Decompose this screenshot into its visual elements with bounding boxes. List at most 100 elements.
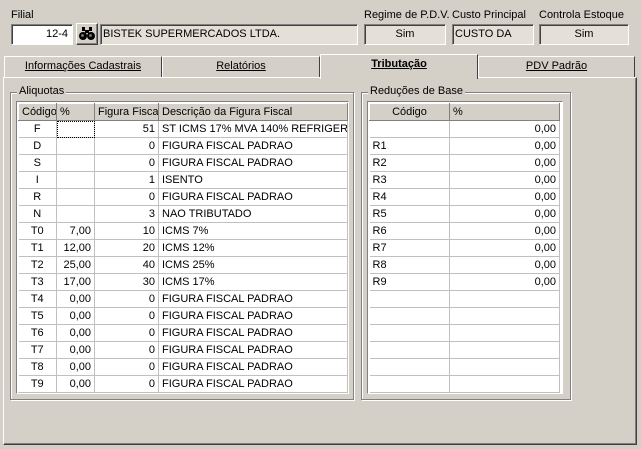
table-cell[interactable]: ICMS 7% — [158, 222, 348, 240]
table-cell[interactable]: 0,00 — [56, 307, 95, 325]
table-cell[interactable]: T4 — [18, 290, 57, 308]
table-cell[interactable]: FIGURA FISCAL PADRAO — [158, 137, 348, 155]
table-cell[interactable]: 0 — [94, 290, 159, 308]
column-header[interactable]: Figura Fiscal — [94, 103, 159, 121]
table-cell[interactable]: T5 — [18, 307, 57, 325]
aliquotas-grid[interactable]: Código% Figura Fiscal Descrição da Figura … — [16, 101, 349, 394]
table-cell[interactable]: 0,00 — [449, 120, 560, 138]
table-cell[interactable]: R4 — [369, 188, 450, 206]
table-cell[interactable]: R8 — [369, 256, 450, 274]
table-cell[interactable]: R0 — [369, 120, 450, 138]
table-cell[interactable]: T0 — [18, 222, 57, 240]
table-cell[interactable]: 7,00 — [56, 222, 95, 240]
table-cell[interactable]: FIGURA FISCAL PADRAO — [158, 358, 348, 376]
table-cell[interactable]: R1 — [369, 137, 450, 155]
table-cell[interactable]: 17,00 — [56, 273, 95, 291]
table-cell[interactable]: ICMS 25% — [158, 256, 348, 274]
column-header[interactable]: % — [449, 103, 560, 121]
table-row[interactable]: T4 0,00 0 FIGURA FISCAL PADRAO — [18, 290, 348, 308]
tab-relatorios[interactable]: Relatórios — [162, 56, 320, 77]
table-cell[interactable]: 0 — [94, 324, 159, 342]
table-cell[interactable]: NAO TRIBUTADO — [158, 205, 348, 223]
table-cell[interactable]: 10 — [94, 222, 159, 240]
table-cell[interactable]: 0,00 — [449, 205, 560, 223]
table-cell[interactable]: T9 — [18, 375, 57, 393]
tab-pdv-padrao[interactable]: PDV Padrão — [478, 56, 635, 77]
table-row[interactable]: R9 0,00 — [369, 273, 560, 291]
table-cell[interactable]: D — [18, 137, 57, 155]
table-cell[interactable]: 0,00 — [56, 290, 95, 308]
table-row[interactable]: T7 0,00 0 FIGURA FISCAL PADRAO — [18, 341, 348, 359]
table-row[interactable]: T5 0,00 0 FIGURA FISCAL PADRAO — [18, 307, 348, 325]
tab-tributacao[interactable]: Tributação — [320, 54, 478, 79]
table-cell[interactable]: 0 — [94, 375, 159, 393]
table-cell[interactable]: FIGURA FISCAL PADRAO — [158, 188, 348, 206]
table-cell[interactable]: 0,00 — [449, 171, 560, 189]
table-cell[interactable]: T2 — [18, 256, 57, 274]
table-cell[interactable]: 40 — [94, 256, 159, 274]
table-cell[interactable] — [56, 188, 95, 206]
table-cell[interactable]: 0,00 — [449, 273, 560, 291]
table-row[interactable]: T3 17,00 30 ICMS 17% — [18, 273, 348, 291]
table-cell[interactable]: T3 — [18, 273, 57, 291]
table-cell[interactable]: 3 — [94, 205, 159, 223]
table-row[interactable]: R4 0,00 — [369, 188, 560, 206]
table-cell[interactable]: 25,00 — [56, 256, 95, 274]
table-cell[interactable]: R6 — [369, 222, 450, 240]
table-row[interactable]: T9 0,00 0 FIGURA FISCAL PADRAO — [18, 375, 348, 393]
table-row[interactable]: S 0 FIGURA FISCAL PADRAO — [18, 154, 348, 172]
table-cell[interactable]: 0,00 — [449, 239, 560, 257]
table-cell[interactable]: 0 — [94, 307, 159, 325]
table-cell[interactable]: 0 — [94, 341, 159, 359]
table-cell[interactable]: 0 — [94, 154, 159, 172]
table-row[interactable]: T0 7,00 10 ICMS 7% — [18, 222, 348, 240]
table-cell[interactable]: T8 — [18, 358, 57, 376]
table-cell[interactable]: FIGURA FISCAL PADRAO — [158, 341, 348, 359]
table-row[interactable]: R7 0,00 — [369, 239, 560, 257]
table-cell[interactable]: 51 — [94, 120, 159, 138]
table-row[interactable]: I 1 ISENTO — [18, 171, 348, 189]
table-row[interactable]: D 0 FIGURA FISCAL PADRAO — [18, 137, 348, 155]
table-cell[interactable]: T6 — [18, 324, 57, 342]
table-cell[interactable]: 0,00 — [449, 137, 560, 155]
table-row[interactable]: T2 25,00 40 ICMS 25% — [18, 256, 348, 274]
table-cell[interactable] — [56, 171, 95, 189]
table-cell[interactable]: S — [18, 154, 57, 172]
table-cell[interactable] — [56, 154, 95, 172]
table-cell[interactable]: I — [18, 171, 57, 189]
table-cell[interactable]: 0 — [94, 137, 159, 155]
table-cell[interactable]: 0,00 — [56, 341, 95, 359]
table-cell[interactable]: 0,00 — [449, 154, 560, 172]
table-cell[interactable]: FIGURA FISCAL PADRAO — [158, 375, 348, 393]
table-cell[interactable]: 20 — [94, 239, 159, 257]
table-cell[interactable] — [56, 205, 95, 223]
table-cell[interactable]: FIGURA FISCAL PADRAO — [158, 154, 348, 172]
table-cell[interactable]: N — [18, 205, 57, 223]
table-row[interactable]: R1 0,00 — [369, 137, 560, 155]
reducoes-grid[interactable]: Código% R0 0,00 R1 0,00 R2 0,00 R3 0,00 R4 0,00 R5… — [367, 101, 563, 394]
table-cell[interactable]: 0,00 — [56, 358, 95, 376]
table-row[interactable]: N 3 NAO TRIBUTADO — [18, 205, 348, 223]
table-cell[interactable]: R — [18, 188, 57, 206]
table-row[interactable]: F 51ST ICMS 17% MVA 140% REFRIGERANTE — [18, 120, 348, 138]
table-cell[interactable]: T7 — [18, 341, 57, 359]
table-cell[interactable]: FIGURA FISCAL PADRAO — [158, 307, 348, 325]
table-cell[interactable]: 0,00 — [56, 375, 95, 393]
table-cell[interactable]: 1 — [94, 171, 159, 189]
table-cell[interactable]: 12,00 — [56, 239, 95, 257]
table-row[interactable]: R 0 FIGURA FISCAL PADRAO — [18, 188, 348, 206]
table-cell[interactable]: ICMS 12% — [158, 239, 348, 257]
search-filial-button[interactable] — [76, 23, 98, 45]
column-header[interactable]: Código — [18, 103, 57, 121]
table-row[interactable]: R0 0,00 — [369, 120, 560, 138]
table-row[interactable]: T6 0,00 0 FIGURA FISCAL PADRAO — [18, 324, 348, 342]
table-row[interactable]: R6 0,00 — [369, 222, 560, 240]
table-cell[interactable]: ST ICMS 17% MVA 140% REFRIGERANTE — [158, 120, 348, 138]
table-cell[interactable]: 0,00 — [449, 222, 560, 240]
table-cell[interactable]: 0 — [94, 188, 159, 206]
table-row[interactable]: R3 0,00 — [369, 171, 560, 189]
filial-code-input[interactable]: 12-4 — [11, 24, 73, 45]
table-cell[interactable]: R9 — [369, 273, 450, 291]
table-cell[interactable]: FIGURA FISCAL PADRAO — [158, 324, 348, 342]
table-row[interactable]: R8 0,00 — [369, 256, 560, 274]
